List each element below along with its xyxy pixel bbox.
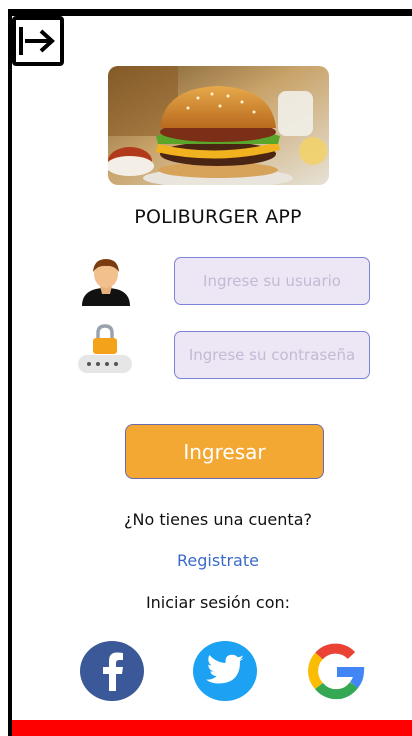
bottom-bar — [12, 720, 412, 736]
login-button[interactable]: Ingresar — [125, 424, 324, 479]
app-title: POLIBURGER APP — [134, 206, 302, 228]
twitter-icon — [206, 654, 244, 684]
password-field[interactable] — [174, 331, 370, 379]
burger-image — [108, 66, 329, 185]
lock-password-icon — [76, 320, 134, 378]
google-icon — [308, 643, 365, 700]
register-link[interactable]: Registrate — [150, 551, 286, 570]
exit-button[interactable] — [12, 16, 64, 66]
signin-with-label: Iniciar sesión con: — [145, 593, 291, 612]
facebook-login-button[interactable] — [80, 641, 144, 701]
facebook-icon — [103, 652, 123, 691]
username-field[interactable] — [174, 257, 370, 305]
exit-icon — [19, 27, 55, 55]
no-account-text: ¿No tienes una cuenta? — [124, 510, 312, 529]
twitter-login-button[interactable] — [193, 641, 257, 701]
google-login-button[interactable] — [306, 641, 368, 701]
top-frame-border — [8, 9, 412, 16]
left-frame-border — [8, 9, 12, 736]
user-icon — [80, 256, 132, 306]
